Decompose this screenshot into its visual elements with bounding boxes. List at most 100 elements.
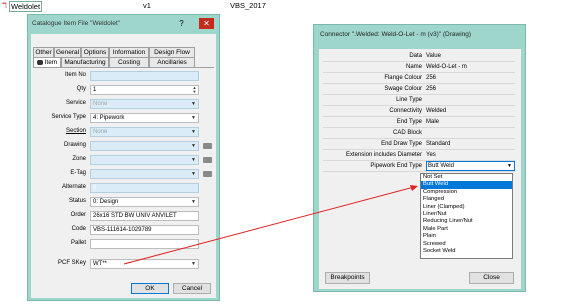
tab-ancillaries[interactable]: Ancillaries <box>149 57 195 67</box>
dialog-titlebar[interactable]: Connector ".Welded: Weld-O-Let - m (v3)"… <box>314 25 525 41</box>
grid-row[interactable]: Connectivity Welded <box>323 106 515 117</box>
chevron-down-icon[interactable]: ▼ <box>507 162 512 170</box>
service-type-value: 4: Pipework <box>93 115 125 121</box>
grid-value[interactable]: Yes <box>426 150 515 161</box>
option-screwed[interactable]: Screwed <box>421 241 512 248</box>
section-select[interactable]: None ▼ <box>90 127 199 137</box>
catalogue-item-dialog: Catalogue Item File "Weldolet" ? ✕ Other… <box>27 14 220 301</box>
etag-label: E-Tag <box>70 170 86 176</box>
order-field[interactable]: 26x16 STD BW UNIV ANVILET <box>90 211 199 221</box>
browse-icon[interactable] <box>203 143 212 149</box>
grid-row[interactable]: Pipework End Type Butt Weld ▼ <box>323 161 515 172</box>
pipework-end-type-select[interactable]: Butt Weld ▼ <box>426 161 515 171</box>
option-reducing-liner-nut[interactable]: Reducing Liner/Nut <box>421 218 512 225</box>
option-liner-clamped[interactable]: Liner (Clamped) <box>421 204 512 211</box>
grid-row[interactable]: Name Weld-O-Let - m <box>323 62 515 73</box>
chevron-down-icon[interactable]: ▼ <box>189 114 198 122</box>
grid-row[interactable]: Line Type <box>323 95 515 106</box>
chevron-down-icon[interactable]: ▼ <box>189 170 198 178</box>
grid-row[interactable]: End Draw Type Standard <box>323 139 515 150</box>
option-not-set[interactable]: Not Set <box>421 174 512 181</box>
tab-divider <box>33 67 214 68</box>
grid-value[interactable]: Male <box>426 117 515 128</box>
code-field[interactable]: VBS-111614-1029789 <box>90 225 199 235</box>
alternate-field[interactable]: 0 <box>90 183 199 193</box>
top-strip: ℸ Weldolet v1 VBS_2017 <box>0 0 562 13</box>
qty-label: Qty <box>76 86 86 92</box>
option-male-part[interactable]: Male Part <box>421 226 512 233</box>
grid-row[interactable]: CAD Block <box>323 128 515 139</box>
chevron-down-icon[interactable]: ▼ <box>189 100 198 108</box>
tab-item-label: Item <box>44 59 58 66</box>
grid-value[interactable]: Weld-O-Let - m <box>426 62 515 73</box>
breakpoints-button[interactable]: Breakpoints <box>325 272 370 284</box>
pipework-end-type-dropdown[interactable]: Not Set Butt Weld Compression Flanged Li… <box>420 173 513 259</box>
pipework-end-type-value: Butt Weld <box>428 163 454 169</box>
chevron-down-icon[interactable]: ▼ <box>189 156 198 164</box>
grid-row[interactable]: Extension includes Diameter Yes <box>323 150 515 161</box>
grid-key: End Type <box>396 119 422 125</box>
grid-row[interactable]: Swage Colour 256 <box>323 84 515 95</box>
close-icon[interactable]: ✕ <box>199 18 214 29</box>
option-liner-nut[interactable]: Liner/Nut <box>421 211 512 218</box>
help-button[interactable]: ? <box>174 18 189 29</box>
grid-key: Connectivity <box>389 108 422 114</box>
service-type-select[interactable]: 4: Pipework ▼ <box>90 113 199 123</box>
qty-value: 1 <box>93 87 97 93</box>
browse-icon[interactable] <box>203 171 212 177</box>
service-value: None <box>93 101 108 107</box>
chevron-down-icon[interactable]: ▼ <box>189 198 198 206</box>
grid-row[interactable]: End Type Male <box>323 117 515 128</box>
tab-information[interactable]: Information <box>109 47 149 57</box>
grid-row[interactable]: Flange Colour 256 <box>323 73 515 84</box>
tab-options[interactable]: Options <box>81 47 109 57</box>
order-label: Order <box>70 212 86 218</box>
pallet-field[interactable] <box>90 239 199 249</box>
status-value: 0: Design <box>93 199 119 205</box>
option-butt-weld[interactable]: Butt Weld <box>421 181 512 189</box>
service-type-label: Service Type <box>51 114 86 120</box>
status-select[interactable]: 0: Design ▼ <box>90 197 199 207</box>
tab-item[interactable]: Item <box>33 57 61 67</box>
pcf-skey-value: WT** <box>93 261 107 267</box>
status-label: Status <box>68 198 86 204</box>
dialog-titlebar[interactable]: Catalogue Item File "Weldolet" ? ✕ <box>28 15 219 32</box>
browse-icon[interactable] <box>203 157 212 163</box>
dialog-body: Other General Options Information Design… <box>31 34 216 298</box>
tab-other[interactable]: Other <box>33 47 54 57</box>
grid-value[interactable]: 256 <box>426 73 515 84</box>
item-name[interactable]: Weldolet <box>9 1 43 12</box>
grid-value[interactable]: 256 <box>426 84 515 95</box>
tab-general[interactable]: General <box>54 47 81 57</box>
drawing-select[interactable]: ▼ <box>90 141 199 151</box>
alternate-label: Alternate <box>61 184 86 190</box>
dialog-title: Connector ".Welded: Weld-O-Let - m (v3)"… <box>320 31 472 38</box>
qty-stepper[interactable]: 1 ▲ ▼ <box>90 85 199 95</box>
cancel-button[interactable]: Cancel <box>173 283 211 294</box>
zone-select[interactable]: ▼ <box>90 155 199 165</box>
chevron-down-icon[interactable]: ▼ <box>189 128 198 136</box>
grid-value[interactable]: Standard <box>426 139 515 150</box>
tab-design-flow[interactable]: Design Flow <box>149 47 195 57</box>
option-flanged[interactable]: Flanged <box>421 196 512 203</box>
option-compression[interactable]: Compression <box>421 189 512 196</box>
tab-manufacturing[interactable]: Manufacturing <box>61 57 109 67</box>
chevron-down-icon[interactable]: ▼ <box>189 260 198 268</box>
chevron-down-icon[interactable]: ▼ <box>189 142 198 150</box>
spin-arrows-icon[interactable]: ▲ ▼ <box>191 86 198 94</box>
section-value: None <box>93 129 108 135</box>
service-select[interactable]: None ▼ <box>90 99 199 109</box>
item-no-label: Item No <box>64 72 86 78</box>
section-label[interactable]: Section <box>31 128 86 134</box>
grid-header-row: Data Value <box>323 51 515 62</box>
tab-costing[interactable]: Costing <box>109 57 149 67</box>
option-socket-weld[interactable]: Socket Weld <box>421 248 512 255</box>
close-button[interactable]: Close <box>469 272 514 284</box>
zone-label: Zone <box>72 156 86 162</box>
grid-value[interactable]: Welded <box>426 106 515 117</box>
pcf-skey-select[interactable]: WT** ▼ <box>90 259 199 269</box>
item-no-field[interactable] <box>90 71 199 81</box>
etag-select[interactable]: ▼ <box>90 169 199 179</box>
option-plain[interactable]: Plain <box>421 233 512 240</box>
ok-button[interactable]: OK <box>131 283 169 294</box>
